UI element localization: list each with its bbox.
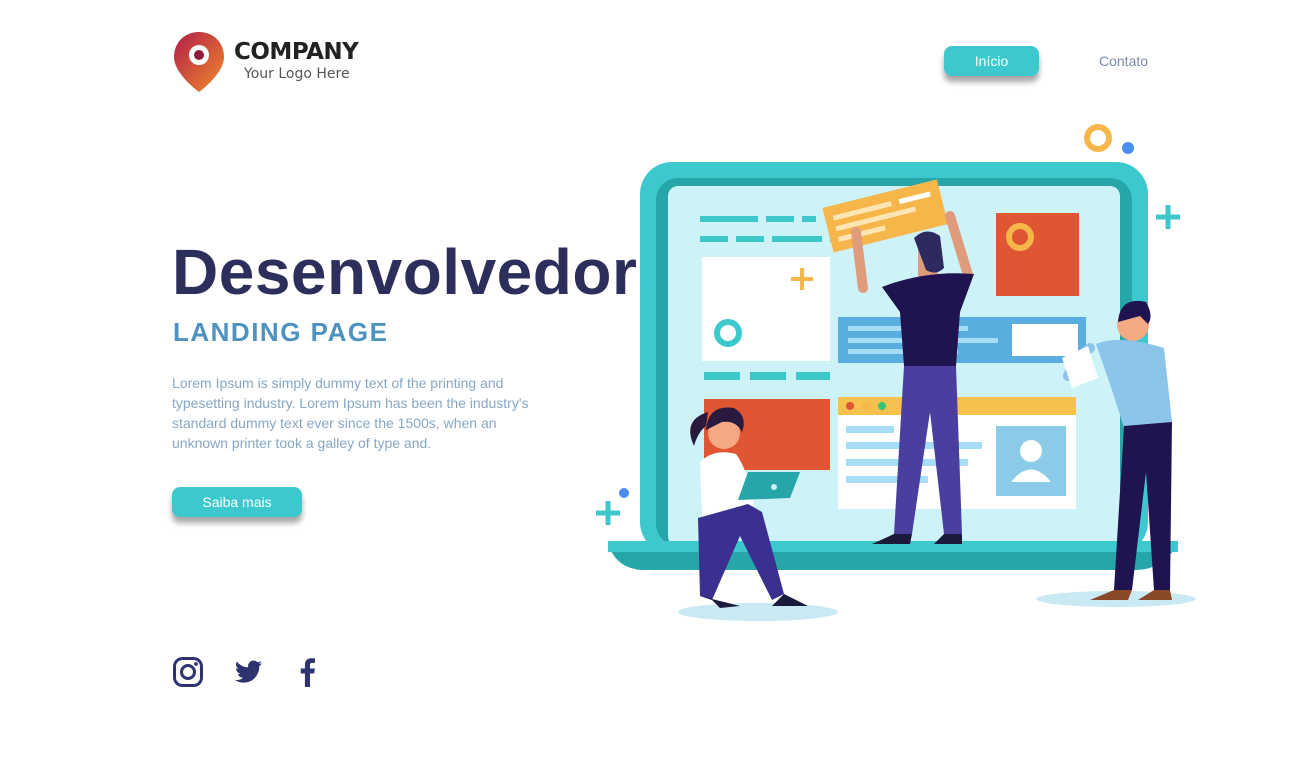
twitter-icon[interactable] (232, 656, 264, 688)
hero-title: Desenvolvedor (172, 236, 638, 308)
saiba-mais-button[interactable]: Saiba mais (172, 487, 302, 517)
screen-green-bars (704, 372, 830, 380)
screen-card-white (702, 257, 830, 361)
screen-input-box (1012, 324, 1078, 356)
decor-plus-icon (596, 501, 620, 525)
developers-illustration (596, 124, 1196, 621)
decor-plus-icon (1156, 205, 1180, 229)
facebook-icon[interactable] (292, 656, 324, 688)
nav-contato-link[interactable]: Contato (1099, 46, 1148, 76)
hero-description: Lorem Ipsum is simply dummy text of the … (172, 375, 529, 451)
decor-dot-icon (1122, 142, 1134, 154)
logo-tagline: Your Logo Here (244, 66, 350, 82)
logo-name: COMPANY (234, 39, 359, 65)
nav-inicio-button[interactable]: Início (944, 46, 1039, 76)
decor-dot-icon (619, 488, 629, 498)
floor-shadow (678, 603, 838, 621)
hero-subtitle: LANDING PAGE (173, 317, 389, 347)
screen-card-orange (996, 213, 1079, 296)
decor-ring-icon (1084, 124, 1112, 152)
instagram-icon[interactable] (172, 656, 204, 688)
company-logo[interactable]: COMPANY Your Logo Here (172, 30, 382, 94)
map-pin-logo-icon (174, 32, 224, 92)
